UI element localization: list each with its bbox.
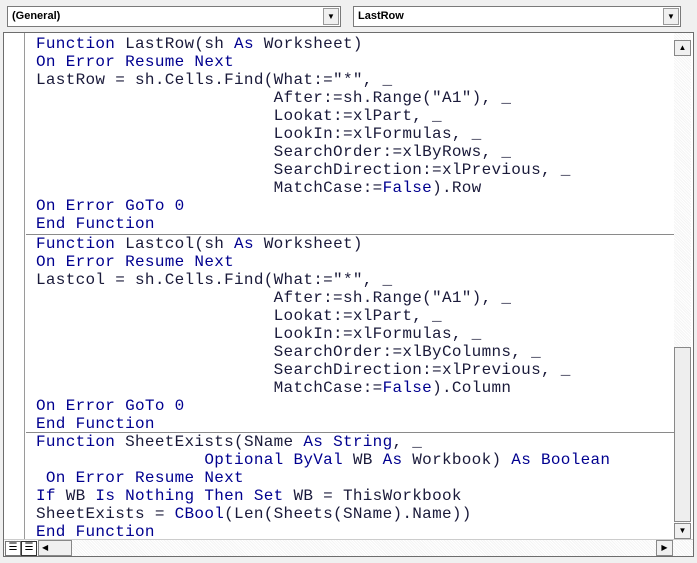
procedure-view-icon[interactable]: ☰ [5, 541, 21, 556]
vertical-scroll-thumb[interactable] [674, 347, 691, 522]
code-keyword: False [382, 179, 433, 197]
code-pane[interactable]: Function LastRow(sh As Worksheet) On Erro… [26, 33, 675, 539]
code-text: Lastcol = sh.Cells.Find(What:="*", _ [36, 271, 393, 289]
code-text: WB = ThisWorkbook [283, 487, 462, 505]
code-text: LastRow = sh.Cells.Find(What:="*", _ [36, 71, 393, 89]
code-line[interactable]: LookIn:=xlFormulas, _ [36, 125, 482, 143]
code-window: Function LastRow(sh As Worksheet) On Erro… [3, 32, 694, 557]
code-keyword: As [382, 451, 403, 469]
code-keyword: End Function [36, 215, 155, 233]
code-text: Worksheet) [253, 235, 363, 253]
code-line[interactable]: End Function [36, 215, 155, 233]
full-module-view-icon[interactable]: ☰ [21, 541, 37, 556]
code-text: After:=sh.Range("A1"), _ [36, 289, 512, 307]
code-text: After:=sh.Range("A1"), _ [36, 89, 512, 107]
chevron-down-icon[interactable]: ▼ [663, 8, 679, 25]
code-line[interactable]: SearchDirection:=xlPrevious, _ [36, 161, 571, 179]
code-keyword: On Error Resume Next [36, 253, 235, 271]
code-text: WB [342, 451, 383, 469]
arrow-down-icon[interactable]: ▼ [674, 523, 691, 539]
code-keyword: As [234, 35, 254, 53]
code-text: MatchCase:= [36, 179, 383, 197]
code-line[interactable]: End Function [36, 415, 155, 433]
object-dropdown-value: (General) [12, 10, 61, 22]
code-line[interactable]: SearchDirection:=xlPrevious, _ [36, 361, 571, 379]
object-dropdown[interactable]: (General) ▼ [7, 6, 341, 27]
code-keyword: On Error Resume Next [36, 469, 244, 487]
code-keyword: On Error GoTo 0 [36, 197, 185, 215]
code-keyword: Function [36, 433, 116, 451]
code-text: , _ [392, 433, 423, 451]
code-line[interactable]: On Error Resume Next [36, 53, 234, 71]
code-keyword: As [234, 235, 254, 253]
code-text: Workbook) [402, 451, 512, 469]
code-text: WB [55, 487, 96, 505]
code-line[interactable]: Optional ByVal WB As Workbook) As Boolea… [36, 451, 610, 469]
code-line[interactable]: SheetExists = CBool(Len(Sheets(SName).Na… [36, 505, 472, 523]
code-line[interactable]: LookIn:=xlFormulas, _ [36, 325, 482, 343]
code-line[interactable]: After:=sh.Range("A1"), _ [36, 289, 511, 307]
code-line[interactable]: Lookat:=xlPart, _ [36, 107, 442, 125]
code-line[interactable]: On Error Resume Next [36, 253, 234, 271]
code-line[interactable]: Lastcol = sh.Cells.Find(What:="*", _ [36, 271, 392, 289]
code-keyword: Optional ByVal [204, 451, 343, 469]
code-keyword: CBool [174, 505, 225, 523]
code-text: LookIn:=xlFormulas, _ [36, 125, 482, 143]
code-keyword: Function [36, 35, 116, 53]
chevron-down-icon[interactable]: ▼ [323, 8, 339, 25]
code-line[interactable]: Function Lastcol(sh As Worksheet) [36, 235, 363, 253]
code-line[interactable]: LastRow = sh.Cells.Find(What:="*", _ [36, 71, 392, 89]
code-text: Lastcol(sh [115, 235, 235, 253]
code-keyword: End Function [36, 415, 155, 433]
code-line[interactable]: On Error GoTo 0 [36, 397, 185, 415]
procedure-dropdown[interactable]: LastRow ▼ [353, 6, 681, 27]
code-line[interactable]: SearchOrder:=xlByColumns, _ [36, 343, 541, 361]
toolbar: (General) ▼ LastRow ▼ [0, 0, 697, 32]
code-text: SearchDirection:=xlPrevious, _ [36, 361, 571, 379]
code-line[interactable]: On Error Resume Next [36, 469, 244, 487]
code-text: SheetExists(SName [115, 433, 304, 451]
code-keyword: Function [36, 235, 116, 253]
horizontal-scrollbar[interactable]: ☰ ☰ ◀ ▶ [4, 539, 693, 556]
code-text: ).Row [432, 179, 482, 197]
code-line[interactable]: Lookat:=xlPart, _ [36, 307, 442, 325]
code-keyword: End Function [36, 523, 155, 539]
code-text: SearchOrder:=xlByColumns, _ [36, 343, 541, 361]
code-text: (Len(Sheets(SName).Name)) [224, 505, 472, 523]
code-text: MatchCase:= [36, 379, 383, 397]
code-text: SearchDirection:=xlPrevious, _ [36, 161, 571, 179]
code-keyword: As String [303, 433, 393, 451]
arrow-left-icon[interactable]: ◀ [38, 540, 72, 556]
code-keyword: If [36, 487, 56, 505]
code-text: LookIn:=xlFormulas, _ [36, 325, 482, 343]
code-text: ).Column [432, 379, 512, 397]
code-keyword: False [382, 379, 433, 397]
code-text: Lookat:=xlPart, _ [36, 107, 442, 125]
code-text: SheetExists = [36, 505, 175, 523]
code-text: SearchOrder:=xlByRows, _ [36, 143, 512, 161]
code-line[interactable]: MatchCase:=False).Column [36, 379, 511, 397]
code-line[interactable]: On Error GoTo 0 [36, 197, 185, 215]
code-line[interactable]: End Function [36, 523, 155, 539]
procedure-dropdown-value: LastRow [358, 10, 404, 22]
code-line[interactable]: After:=sh.Range("A1"), _ [36, 89, 511, 107]
margin-indicator-bar[interactable] [4, 33, 25, 539]
code-text: Lookat:=xlPart, _ [36, 307, 442, 325]
code-line[interactable]: Function LastRow(sh As Worksheet) [36, 35, 363, 53]
code-keyword: As Boolean [511, 451, 611, 469]
code-text: Worksheet) [253, 35, 363, 53]
arrow-up-icon[interactable]: ▲ [674, 40, 691, 56]
code-line[interactable]: SearchOrder:=xlByRows, _ [36, 143, 511, 161]
code-keyword: On Error Resume Next [36, 53, 235, 71]
code-text: LastRow(sh [115, 35, 235, 53]
vertical-scrollbar[interactable]: ▲ ▼ [674, 33, 691, 539]
code-keyword: On Error GoTo 0 [36, 397, 185, 415]
code-line[interactable]: MatchCase:=False).Row [36, 179, 482, 197]
arrow-right-icon[interactable]: ▶ [656, 540, 673, 556]
code-keyword: Is Nothing Then Set [95, 487, 284, 505]
code-line[interactable]: Function SheetExists(SName As String, _ [36, 433, 422, 451]
code-line[interactable]: If WB Is Nothing Then Set WB = ThisWorkb… [36, 487, 462, 505]
